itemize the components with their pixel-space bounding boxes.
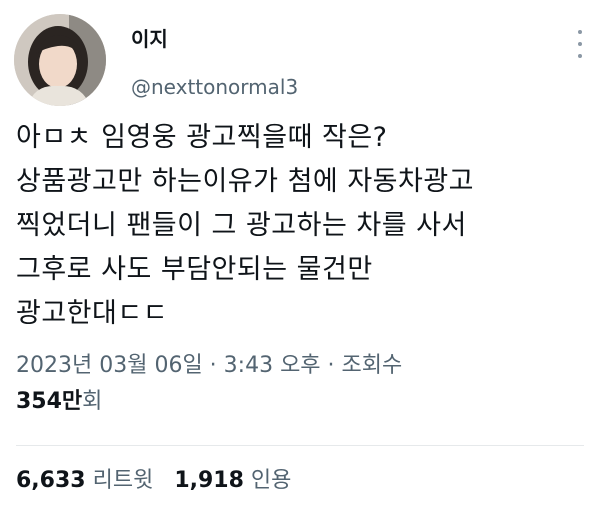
retweets-label: 리트윗 xyxy=(92,468,154,493)
tweet-text: 아ㅁㅊ 임영웅 광고찍을때 작은? 상품광고만 하는이유가 첨에 자동차광고 찍… xyxy=(16,116,586,336)
more-options-icon[interactable] xyxy=(570,30,590,58)
engagement-stats: 6,633 리트윗 1,918 인용 xyxy=(16,466,305,496)
divider xyxy=(16,445,584,446)
views-count[interactable]: 354만 xyxy=(16,389,82,414)
tweet-meta: 2023년 03월 06일 · 3:43 오후 · 조회수 354만회 xyxy=(16,348,586,420)
tweet-time[interactable]: 3:43 오후 xyxy=(224,353,321,378)
quotes-stat[interactable]: 1,918 인용 xyxy=(174,466,291,496)
tweet-line: 광고한대ㄷㄷ xyxy=(16,298,169,329)
meta-separator: · xyxy=(202,353,224,378)
views-label: 조회수 xyxy=(341,353,403,378)
retweets-count: 6,633 xyxy=(16,468,86,493)
tweet-line: 그후로 사도 부담안되는 물건만 xyxy=(16,254,373,285)
quotes-label: 인용 xyxy=(250,468,292,493)
retweets-stat[interactable]: 6,633 리트윗 xyxy=(16,466,153,496)
meta-separator: · xyxy=(320,353,342,378)
display-name[interactable]: 이지 xyxy=(131,26,168,52)
tweet-date[interactable]: 2023년 03월 06일 xyxy=(16,353,203,378)
views-suffix: 회 xyxy=(82,389,103,414)
profile-photo-icon xyxy=(14,14,106,106)
tweet-line: 찍었더니 팬들이 그 광고하는 차를 사서 xyxy=(16,210,467,241)
tweet-line: 상품광고만 하는이유가 첨에 자동차광고 xyxy=(16,166,475,197)
handle[interactable]: @nexttonormal3 xyxy=(131,74,298,100)
quotes-count: 1,918 xyxy=(174,468,244,493)
tweet-line: 아ㅁㅊ 임영웅 광고찍을때 작은? xyxy=(16,122,388,153)
avatar[interactable] xyxy=(14,14,106,106)
